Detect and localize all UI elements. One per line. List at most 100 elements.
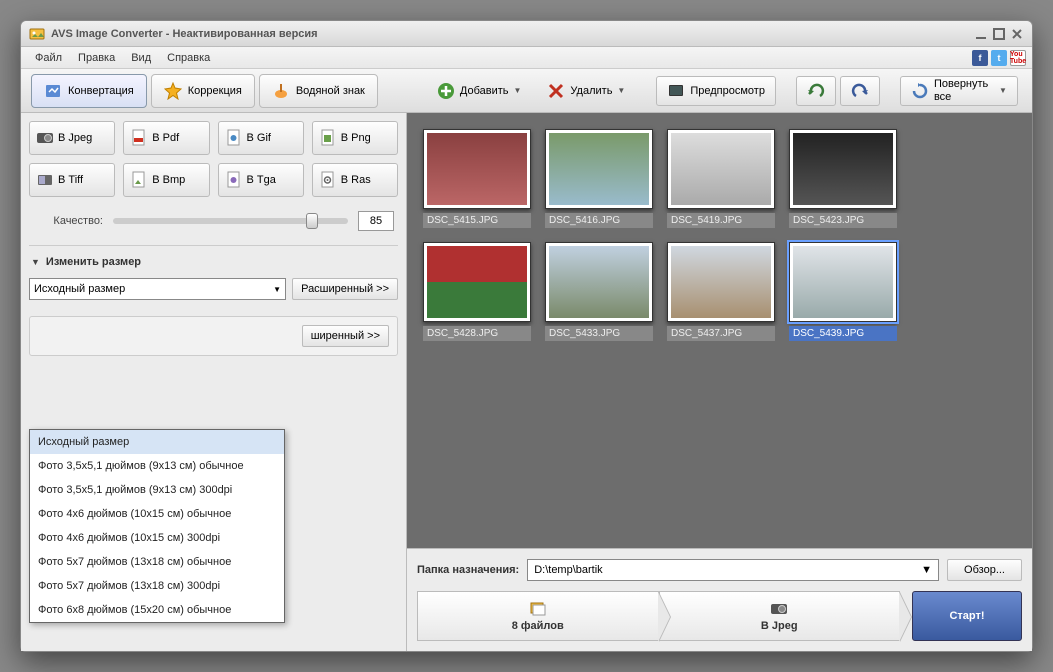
resize-preset-select[interactable]: Исходный размер ▼ — [29, 278, 286, 300]
thumbnail[interactable]: DSC_5416.JPG — [545, 129, 653, 228]
thumbnail-label: DSC_5415.JPG — [423, 213, 531, 228]
png-icon — [319, 129, 337, 147]
start-button[interactable]: Старт! — [912, 591, 1022, 641]
quality-input[interactable] — [358, 211, 394, 231]
thumbnail[interactable]: DSC_5415.JPG — [423, 129, 531, 228]
resize-option[interactable]: Фото 5x7 дюймов (13x18 см) 300dpi — [30, 574, 284, 598]
gif-icon — [225, 129, 243, 147]
resize-option[interactable]: Фото 4x6 дюймов (10x15 см) 300dpi — [30, 526, 284, 550]
format-jpeg-button[interactable]: В Jpeg — [29, 121, 115, 155]
resize-option[interactable]: Фото 6x8 дюймов (15x20 см) обычное — [30, 598, 284, 622]
chevron-down-icon: ▼ — [617, 86, 625, 95]
menu-edit[interactable]: Правка — [70, 50, 123, 66]
star-icon — [164, 82, 182, 100]
thumbnail[interactable]: DSC_5433.JPG — [545, 242, 653, 341]
resize-section: ▼ Изменить размер Исходный размер ▼ Расш… — [29, 245, 398, 306]
youtube-icon[interactable]: YouTube — [1010, 50, 1026, 66]
add-button[interactable]: Добавить ▼ — [426, 76, 533, 106]
resize-dropdown: Исходный размерФото 3,5x5,1 дюймов (9x13… — [29, 429, 285, 623]
redo-button[interactable] — [840, 76, 880, 106]
collapse-icon: ▼ — [31, 257, 40, 267]
jpeg-icon — [36, 129, 54, 147]
undo-icon — [807, 82, 825, 100]
format-bmp-button[interactable]: В Bmp — [123, 163, 209, 197]
tab-convert[interactable]: Конвертация — [31, 74, 147, 108]
thumbnail[interactable]: DSC_5439.JPG — [789, 242, 897, 341]
menu-view[interactable]: Вид — [123, 50, 159, 66]
resize-option[interactable]: Фото 4x6 дюймов (10x15 см) обычное — [30, 502, 284, 526]
thumbnail-label: DSC_5439.JPG — [789, 326, 897, 341]
app-window: AVS Image Converter - Неактивированная в… — [20, 20, 1033, 652]
dest-label: Папка назначения: — [417, 564, 519, 576]
convert-icon — [44, 82, 62, 100]
titlebar: AVS Image Converter - Неактивированная в… — [21, 21, 1032, 47]
slider-thumb[interactable] — [306, 213, 318, 229]
dest-path-select[interactable]: D:\temp\bartik ▼ — [527, 559, 939, 581]
rotate-all-button[interactable]: Повернуть все ▼ — [900, 76, 1018, 106]
watermark-icon — [272, 82, 290, 100]
window-title: AVS Image Converter - Неактивированная в… — [51, 28, 318, 40]
thumbnail[interactable]: DSC_5423.JPG — [789, 129, 897, 228]
menu-file[interactable]: Файл — [27, 50, 70, 66]
format-gif-button[interactable]: В Gif — [218, 121, 304, 155]
step-format[interactable]: В Jpeg — [659, 591, 901, 641]
left-panel: В Jpeg В Pdf В Gif В Png В Tiff В Bmp В … — [21, 113, 407, 651]
thumbnail[interactable]: DSC_5428.JPG — [423, 242, 531, 341]
browse-button[interactable]: Обзор... — [947, 559, 1022, 581]
preview-button[interactable]: Предпросмотр — [656, 76, 776, 106]
bottom-bar: Папка назначения: D:\temp\bartik ▼ Обзор… — [407, 548, 1032, 651]
rotate-label: Повернуть все — [934, 78, 994, 102]
minimize-button[interactable] — [974, 27, 988, 41]
tga-icon — [225, 171, 243, 189]
files-icon — [529, 600, 547, 618]
facebook-icon[interactable]: f — [972, 50, 988, 66]
add-icon — [437, 82, 455, 100]
tab-correct-label: Коррекция — [188, 85, 242, 97]
thumbnail[interactable]: DSC_5437.JPG — [667, 242, 775, 341]
delete-button[interactable]: Удалить ▼ — [536, 76, 636, 106]
thumbnail-area[interactable]: DSC_5415.JPG DSC_5416.JPG DSC_5419.JPG DSC_… — [407, 113, 1032, 548]
resize-advanced-button[interactable]: Расширенный >> — [292, 278, 398, 300]
resize-header[interactable]: ▼ Изменить размер — [29, 252, 398, 272]
tiff-icon — [36, 171, 54, 189]
rename-section-partial: ширенный >> — [29, 316, 398, 356]
redo-icon — [851, 82, 869, 100]
thumbnail-label: DSC_5416.JPG — [545, 213, 653, 228]
quality-row: Качество: — [29, 203, 398, 239]
step-files[interactable]: 8 файлов — [417, 591, 659, 641]
thumbnail-label: DSC_5437.JPG — [667, 326, 775, 341]
resize-option[interactable]: Фото 3,5x5,1 дюймов (9x13 см) 300dpi — [30, 478, 284, 502]
twitter-icon[interactable]: t — [991, 50, 1007, 66]
thumbnail-label: DSC_5423.JPG — [789, 213, 897, 228]
menu-help[interactable]: Справка — [159, 50, 218, 66]
main-toolbar: Конвертация Коррекция Водяной знак Добав… — [21, 69, 1032, 113]
tab-correct[interactable]: Коррекция — [151, 74, 255, 108]
format-tga-button[interactable]: В Tga — [218, 163, 304, 197]
format-ras-button[interactable]: В Ras — [312, 163, 398, 197]
ras-icon — [319, 171, 337, 189]
resize-option[interactable]: Исходный размер — [30, 430, 284, 454]
close-button[interactable] — [1010, 27, 1024, 41]
tab-watermark[interactable]: Водяной знак — [259, 74, 378, 108]
delete-label: Удалить — [570, 85, 612, 97]
tab-convert-label: Конвертация — [68, 85, 134, 97]
thumbnail[interactable]: DSC_5419.JPG — [667, 129, 775, 228]
format-png-button[interactable]: В Png — [312, 121, 398, 155]
chevron-down-icon: ▼ — [273, 285, 281, 294]
pdf-icon — [130, 129, 148, 147]
quality-label: Качество: — [33, 215, 103, 227]
camera-icon — [770, 600, 788, 618]
quality-slider[interactable] — [113, 218, 348, 224]
resize-option[interactable]: Фото 3,5x5,1 дюймов (9x13 см) обычное — [30, 454, 284, 478]
format-tiff-button[interactable]: В Tiff — [29, 163, 115, 197]
format-grid: В Jpeg В Pdf В Gif В Png В Tiff В Bmp В … — [29, 121, 398, 197]
format-pdf-button[interactable]: В Pdf — [123, 121, 209, 155]
thumbnail-label: DSC_5419.JPG — [667, 213, 775, 228]
maximize-button[interactable] — [992, 27, 1006, 41]
preview-label: Предпросмотр — [690, 85, 765, 97]
rename-advanced-button[interactable]: ширенный >> — [302, 325, 389, 347]
app-icon — [29, 26, 45, 42]
undo-button[interactable] — [796, 76, 836, 106]
right-panel: DSC_5415.JPG DSC_5416.JPG DSC_5419.JPG DSC_… — [407, 113, 1032, 651]
resize-option[interactable]: Фото 5x7 дюймов (13x18 см) обычное — [30, 550, 284, 574]
